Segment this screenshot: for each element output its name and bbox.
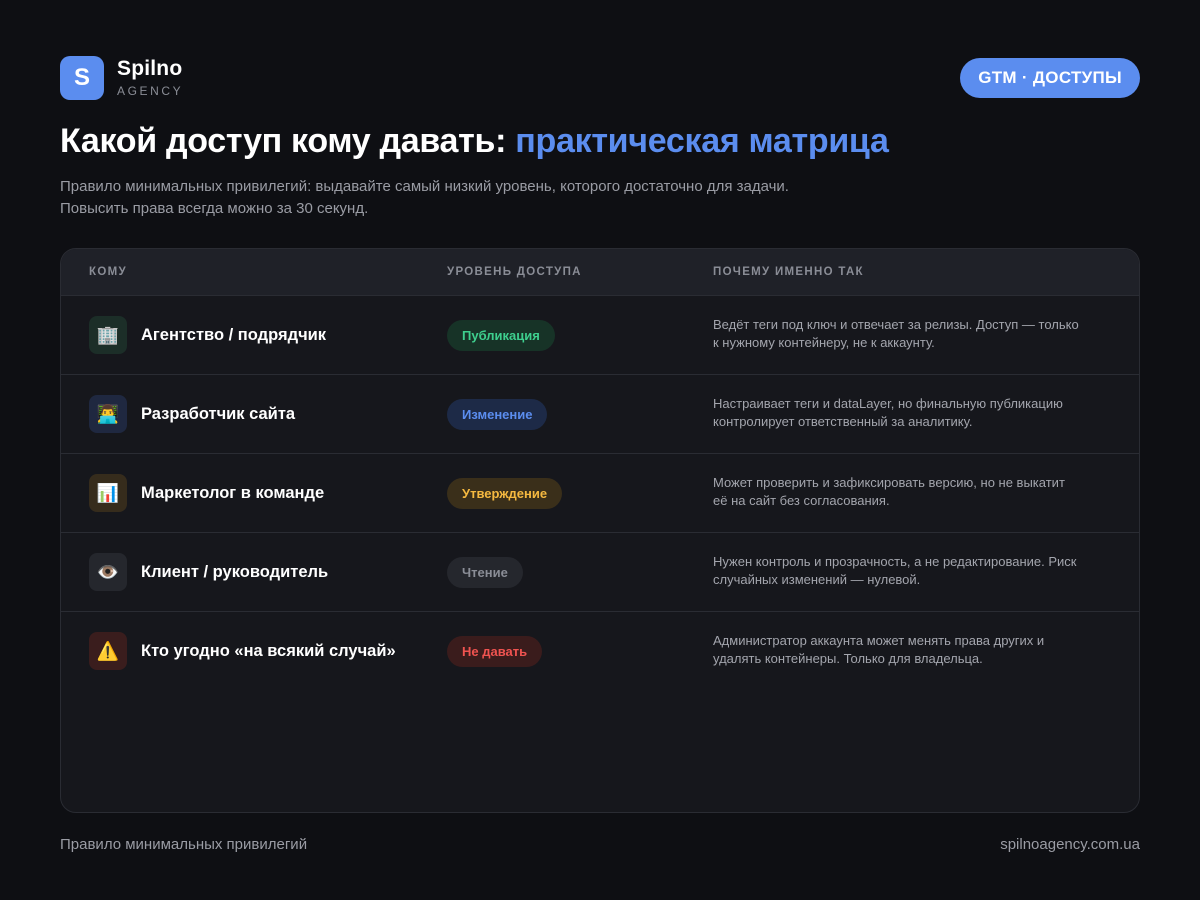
- row-who: Разработчик сайта: [141, 405, 296, 423]
- building-icon: 🏢: [89, 316, 127, 354]
- footer-note: Правило минимальных привилегий: [60, 836, 308, 853]
- header-why: ПОЧЕМУ ИМЕННО ТАК: [713, 266, 864, 278]
- row-who: Клиент / руководитель: [141, 563, 329, 581]
- reason-line-1: Ведёт теги под ключ и отвечает за релизы…: [713, 317, 1079, 332]
- brand-name: Spilno: [117, 57, 183, 80]
- reason-line-2: к нужному контейнеру, не к аккаунту.: [713, 335, 935, 350]
- warning-icon: ⚠️: [89, 632, 127, 670]
- header-who: КОМУ: [89, 266, 127, 278]
- access-level-badge: Утверждение: [447, 478, 563, 509]
- table-row: ⚠️ Кто угодно «на всякий случай» Не давать…: [61, 612, 1139, 691]
- access-matrix-table: КОМУ УРОВЕНЬ ДОСТУПА ПОЧЕМУ ИМЕННО ТАК 🏢…: [60, 248, 1140, 813]
- access-level-badge: Не давать: [447, 636, 543, 667]
- row-reason: Ведёт теги под ключ и отвечает за релизы…: [713, 316, 1123, 352]
- row-who: Маркетолог в команде: [141, 484, 325, 502]
- page-title: Какой доступ кому давать: практическая м…: [60, 122, 889, 161]
- subtitle-line-1: Правило минимальных привилегий: выдавайт…: [60, 178, 789, 195]
- row-reason: Администратор аккаунта может менять прав…: [713, 632, 1123, 668]
- reason-line-1: Нужен контроль и прозрачность, а не реда…: [713, 554, 1077, 569]
- reason-line-2: контролирует ответственный за аналитику.: [713, 414, 973, 429]
- brand-subtitle: AGENCY: [117, 84, 184, 98]
- table-header: КОМУ УРОВЕНЬ ДОСТУПА ПОЧЕМУ ИМЕННО ТАК: [61, 249, 1139, 296]
- reason-line-1: Администратор аккаунта может менять прав…: [713, 633, 1045, 648]
- row-who: Агентство / подрядчик: [141, 326, 327, 344]
- developer-icon: 👨‍💻: [89, 395, 127, 433]
- topic-badge: GTM · ДОСТУПЫ: [960, 58, 1140, 98]
- subtitle-line-2: Повысить права всегда можно за 30 секунд…: [60, 200, 369, 217]
- row-reason: Настраивает теги и dataLayer, но финальн…: [713, 395, 1123, 431]
- page-subtitle: Правило минимальных привилегий: выдавайт…: [60, 176, 960, 220]
- table-row: 👁️ Клиент / руководитель Чтение Нужен контр…: [61, 533, 1139, 612]
- header: S Spilno AGENCY GTM · ДОСТУПЫ: [60, 56, 1140, 100]
- row-reason: Нужен контроль и прозрачность, а не реда…: [713, 553, 1123, 589]
- footer-website: spilnoagency.com.ua: [1000, 836, 1140, 853]
- logo: S: [60, 56, 104, 100]
- reason-line-1: Может проверить и зафиксировать версию, …: [713, 475, 1065, 490]
- table-row: 📊 Маркетолог в команде Утверждение Может пр…: [61, 454, 1139, 533]
- access-level-badge: Публикация: [447, 320, 555, 351]
- row-who: Кто угодно «на всякий случай»: [141, 642, 396, 660]
- access-level-badge: Изменение: [447, 399, 548, 430]
- row-reason: Может проверить и зафиксировать версию, …: [713, 474, 1123, 510]
- table-row: 👨‍💻 Разработчик сайта Изменение Настраивает…: [61, 375, 1139, 454]
- reason-line-1: Настраивает теги и dataLayer, но финальн…: [713, 396, 1063, 411]
- table-row: 🏢 Агентство / подрядчик Публикация Ведёт те…: [61, 296, 1139, 375]
- reason-line-2: удалять контейнеры. Только для владельца…: [713, 651, 983, 666]
- chart-icon: 📊: [89, 474, 127, 512]
- reason-line-2: её на сайт без согласования.: [713, 493, 890, 508]
- eye-icon: 👁️: [89, 553, 127, 591]
- reason-line-2: случайных изменений — нулевой.: [713, 572, 921, 587]
- title-accent: практическая матрица: [515, 122, 889, 160]
- table-body: 🏢 Агентство / подрядчик Публикация Ведёт те…: [61, 296, 1139, 691]
- title-main: Какой доступ кому давать:: [60, 122, 516, 160]
- access-level-badge: Чтение: [447, 557, 523, 588]
- header-level: УРОВЕНЬ ДОСТУПА: [447, 266, 582, 278]
